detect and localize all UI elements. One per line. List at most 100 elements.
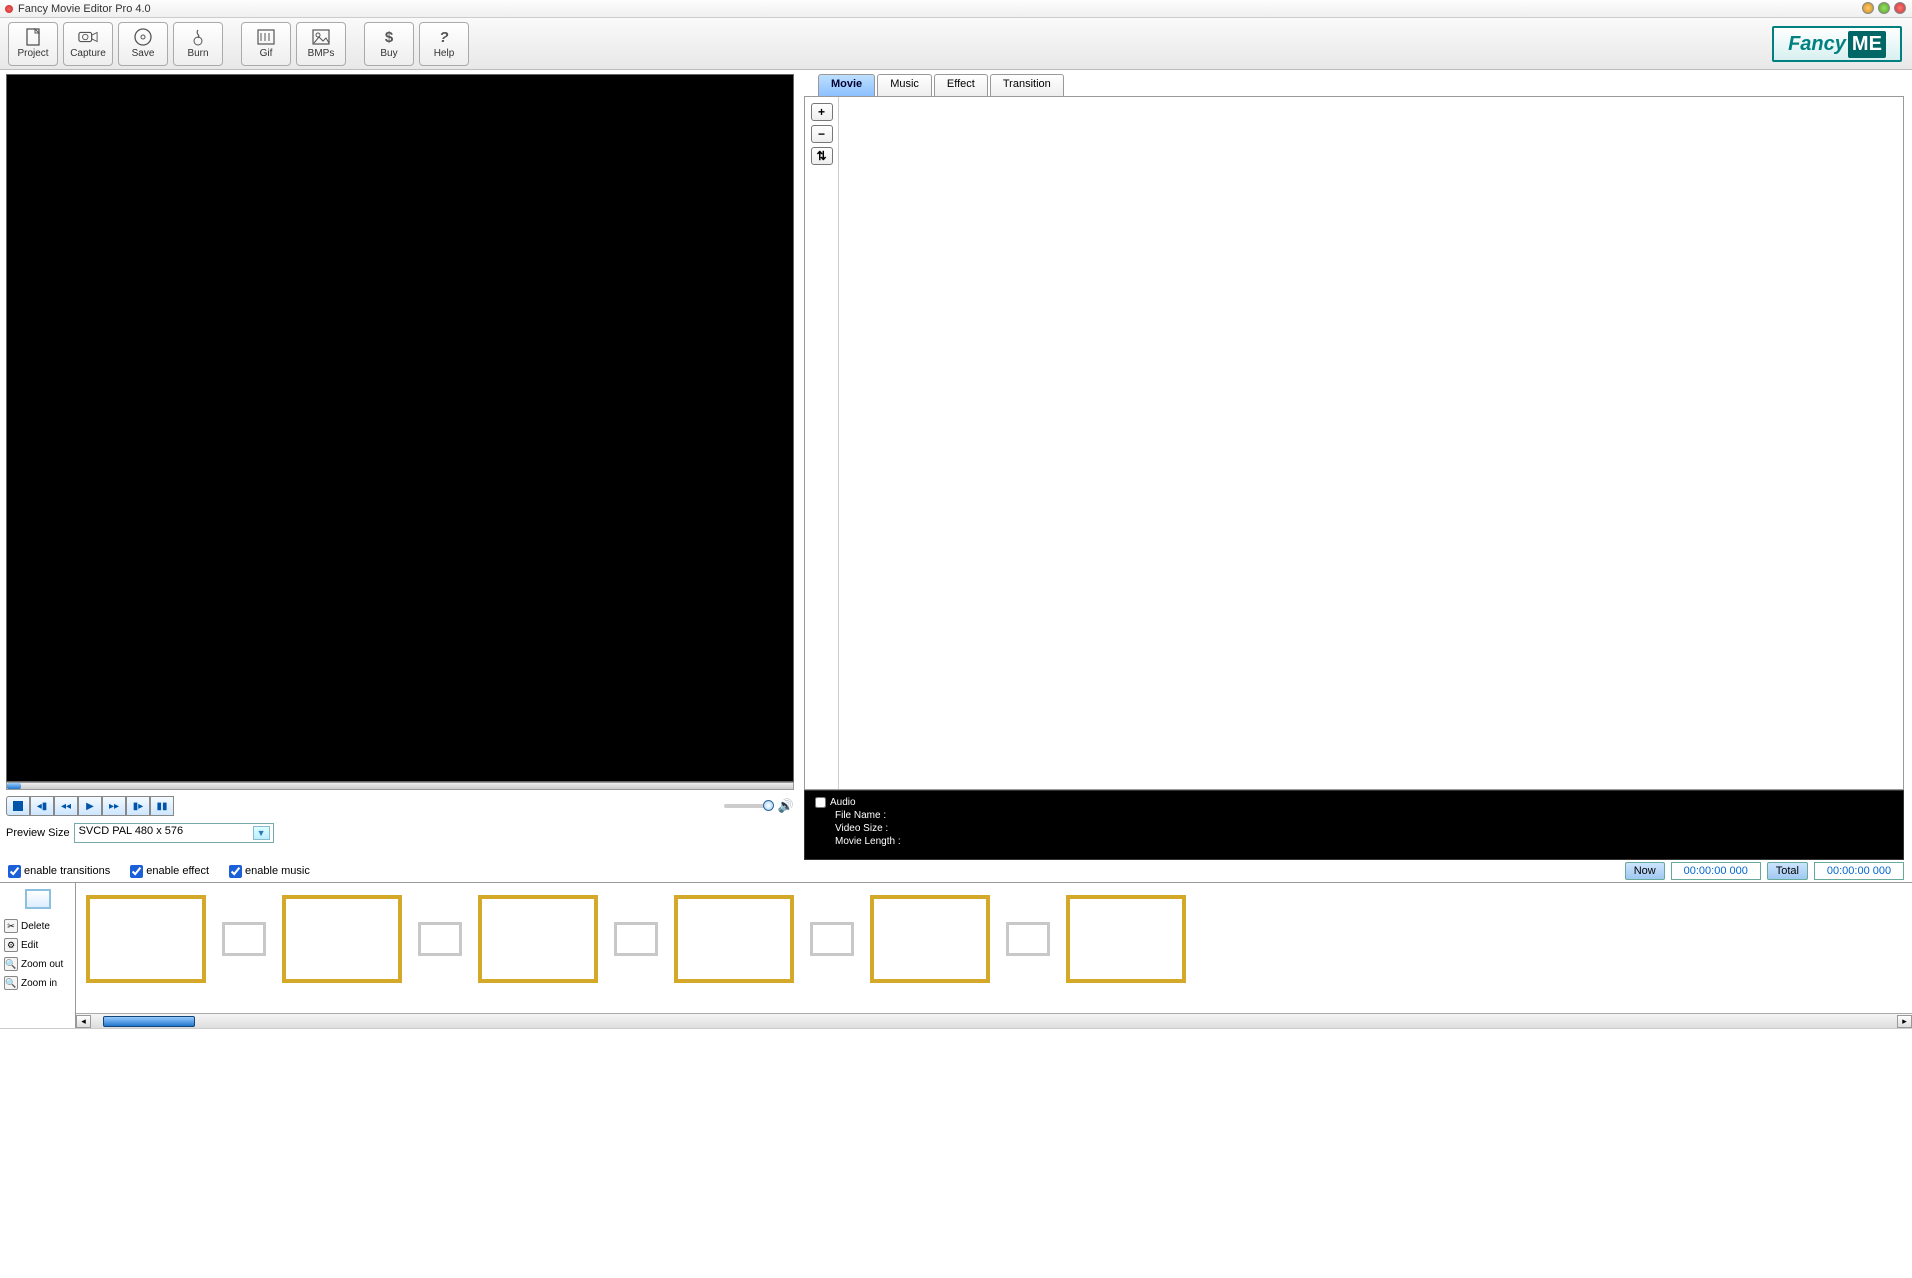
timeline-clip[interactable]: [478, 895, 598, 983]
buy-button[interactable]: $ Buy: [364, 22, 414, 66]
rewind-button[interactable]: ◂◂: [54, 796, 78, 816]
window-title: Fancy Movie Editor Pro 4.0: [18, 3, 151, 15]
preview-pane: ◂▮ ◂◂ ▶ ▸▸ ▮▸ ▮▮ 🔊 Preview Size SVCD PAL…: [0, 70, 800, 860]
add-button[interactable]: +: [811, 103, 833, 121]
burn-button[interactable]: Burn: [173, 22, 223, 66]
camera-icon: [78, 28, 98, 46]
timeline-transition[interactable]: [222, 922, 266, 956]
timeline-track[interactable]: ◂ ▸: [76, 883, 1912, 1028]
timeline-clip[interactable]: [870, 895, 990, 983]
tab-transition[interactable]: Transition: [990, 74, 1064, 96]
video-size-label: Video Size :: [815, 823, 1893, 834]
library-tabs: Movie Music Effect Transition: [818, 74, 1904, 96]
delete-button[interactable]: ✂Delete: [2, 918, 52, 934]
movie-length-label: Movie Length :: [815, 836, 1893, 847]
volume-control: 🔊: [724, 798, 794, 814]
options-row: enable transitions enable effect enable …: [0, 860, 1912, 882]
volume-knob[interactable]: [763, 800, 774, 811]
zoom-in-button[interactable]: 🔍Zoom in: [2, 975, 59, 991]
app-icon: [5, 5, 13, 13]
library-pane: Movie Music Effect Transition + − ⇅ Audi…: [800, 70, 1912, 860]
total-label: Total: [1767, 862, 1808, 880]
scrollbar-thumb[interactable]: [103, 1016, 195, 1027]
time-display: Now 00:00:00 000 Total 00:00:00 000: [1625, 862, 1904, 880]
now-value: 00:00:00 000: [1671, 862, 1761, 880]
app-logo: FancyME: [1772, 26, 1902, 62]
library-content: [839, 97, 1903, 789]
timeline-transition[interactable]: [614, 922, 658, 956]
project-button[interactable]: Project: [8, 22, 58, 66]
scissors-icon: ✂: [4, 919, 18, 933]
zoom-in-icon: 🔍: [4, 976, 18, 990]
preview-size-row: Preview Size SVCD PAL 480 x 576: [6, 823, 794, 843]
titlebar: Fancy Movie Editor Pro 4.0: [0, 0, 1912, 18]
playback-controls: ◂▮ ◂◂ ▶ ▸▸ ▮▸ ▮▮ 🔊: [6, 794, 794, 818]
disc-icon: [133, 28, 153, 46]
empty-area: [0, 1028, 1912, 1278]
volume-slider[interactable]: [724, 804, 774, 808]
audio-checkbox[interactable]: [815, 797, 826, 808]
flame-icon: [188, 28, 208, 46]
maximize-icon[interactable]: [1878, 2, 1890, 14]
toolbar: Project Capture Save Burn Gif BMPs $ Buy: [0, 18, 1912, 70]
gear-icon: ⚙: [4, 938, 18, 952]
timeline-clip[interactable]: [282, 895, 402, 983]
next-frame-button[interactable]: ▮▸: [126, 796, 150, 816]
scrubber-thumb[interactable]: [7, 783, 21, 789]
gif-icon: [256, 28, 276, 46]
audio-label: Audio: [830, 797, 856, 808]
timeline-scrollbar[interactable]: ◂ ▸: [76, 1013, 1912, 1028]
play-button[interactable]: ▶: [78, 796, 102, 816]
timeline-transition[interactable]: [1006, 922, 1050, 956]
timeline: ✂Delete ⚙Edit 🔍Zoom out 🔍Zoom in ◂ ▸: [0, 882, 1912, 1028]
library-panel: + − ⇅: [804, 96, 1904, 790]
zoom-out-icon: 🔍: [4, 957, 18, 971]
preview-size-label: Preview Size: [6, 827, 70, 839]
prev-frame-button[interactable]: ◂▮: [30, 796, 54, 816]
file-name-label: File Name :: [815, 810, 1893, 821]
video-preview: [6, 74, 794, 782]
tab-movie[interactable]: Movie: [818, 74, 875, 96]
now-label: Now: [1625, 862, 1665, 880]
stop-button[interactable]: [6, 796, 30, 816]
question-icon: ?: [434, 28, 454, 46]
scroll-left-button[interactable]: ◂: [76, 1015, 91, 1028]
pause-button[interactable]: ▮▮: [150, 796, 174, 816]
tab-effect[interactable]: Effect: [934, 74, 988, 96]
speaker-icon: 🔊: [778, 798, 794, 814]
forward-button[interactable]: ▸▸: [102, 796, 126, 816]
timeline-transition[interactable]: [810, 922, 854, 956]
main-area: ◂▮ ◂◂ ▶ ▸▸ ▮▸ ▮▮ 🔊 Preview Size SVCD PAL…: [0, 70, 1912, 860]
enable-music-checkbox[interactable]: enable music: [229, 865, 310, 878]
timeline-clip[interactable]: [86, 895, 206, 983]
enable-transitions-checkbox[interactable]: enable transitions: [8, 865, 110, 878]
capture-button[interactable]: Capture: [63, 22, 113, 66]
library-tools: + − ⇅: [805, 97, 839, 789]
window-buttons: [1862, 2, 1906, 14]
timeline-clip[interactable]: [674, 895, 794, 983]
zoom-out-button[interactable]: 🔍Zoom out: [2, 956, 65, 972]
timeline-clip[interactable]: [1066, 895, 1186, 983]
edit-button[interactable]: ⚙Edit: [2, 937, 40, 953]
dollar-icon: $: [379, 28, 399, 46]
bmps-button[interactable]: BMPs: [296, 22, 346, 66]
clip-info-panel: Audio File Name : Video Size : Movie Len…: [804, 790, 1904, 860]
enable-effect-checkbox[interactable]: enable effect: [130, 865, 209, 878]
scroll-right-button[interactable]: ▸: [1897, 1015, 1912, 1028]
close-icon[interactable]: [1894, 2, 1906, 14]
preview-scrubber[interactable]: [6, 782, 794, 790]
gif-button[interactable]: Gif: [241, 22, 291, 66]
minimize-icon[interactable]: [1862, 2, 1874, 14]
total-value: 00:00:00 000: [1814, 862, 1904, 880]
timeline-transition[interactable]: [418, 922, 462, 956]
sort-button[interactable]: ⇅: [811, 147, 833, 165]
document-icon: [23, 28, 43, 46]
timeline-tools: ✂Delete ⚙Edit 🔍Zoom out 🔍Zoom in: [0, 883, 76, 1028]
timeline-thumbnail-icon: [25, 889, 51, 909]
help-button[interactable]: ? Help: [419, 22, 469, 66]
preview-size-select[interactable]: SVCD PAL 480 x 576: [74, 823, 274, 843]
save-button[interactable]: Save: [118, 22, 168, 66]
bitmap-icon: [311, 28, 331, 46]
remove-button[interactable]: −: [811, 125, 833, 143]
tab-music[interactable]: Music: [877, 74, 932, 96]
